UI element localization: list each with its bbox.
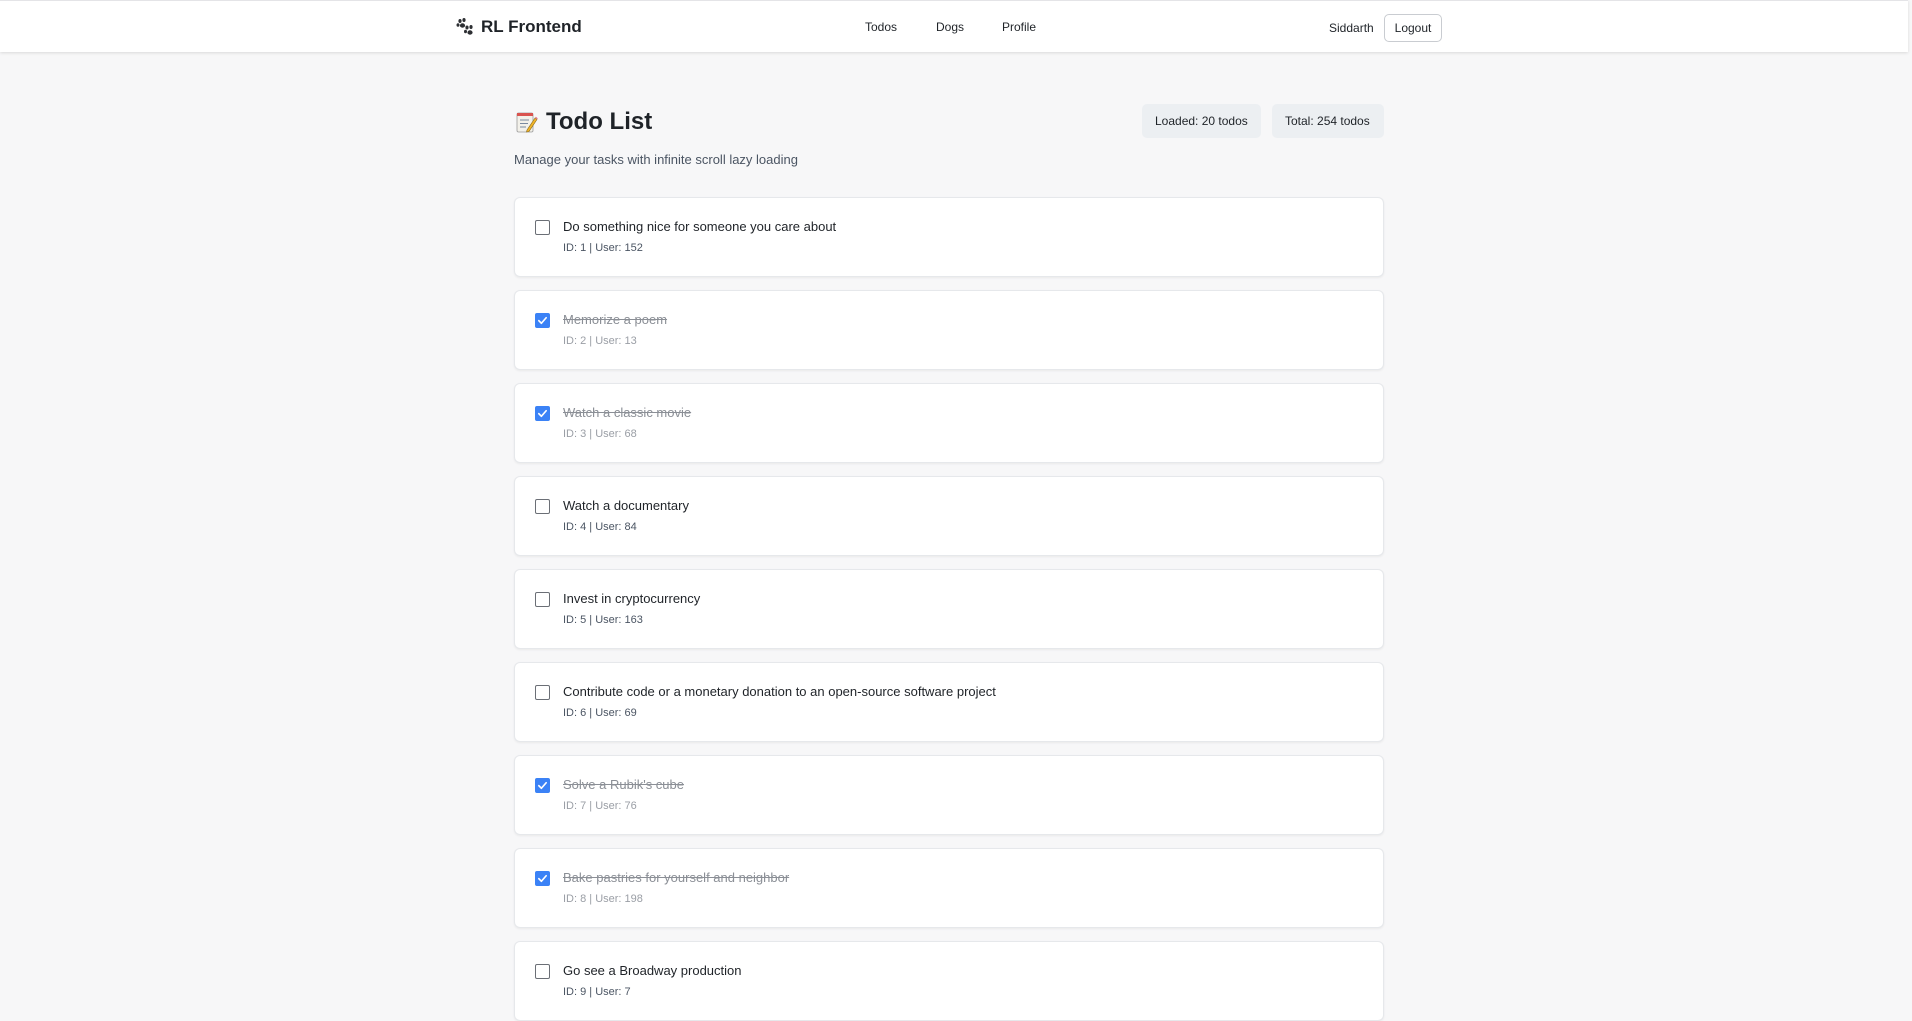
page-subtitle: Manage your tasks with infinite scroll l… (514, 152, 798, 167)
todo-checkbox[interactable] (535, 220, 550, 235)
todo-item[interactable]: Watch a classic movie ID: 3 | User: 68 (514, 383, 1384, 463)
todo-title: Bake pastries for yourself and neighbor (563, 870, 790, 885)
todo-item[interactable]: Bake pastries for yourself and neighbor … (514, 848, 1384, 928)
brand-title: RL Frontend (481, 17, 582, 36)
top-navbar: RL Frontend Todos Dogs Profile Siddarth … (0, 0, 1908, 52)
todo-title: Go see a Broadway production (563, 963, 742, 978)
todo-title: Watch a documentary (563, 498, 689, 513)
todo-item[interactable]: Invest in cryptocurrency ID: 5 | User: 1… (514, 569, 1384, 649)
todo-item[interactable]: Solve a Rubik's cube ID: 7 | User: 76 (514, 755, 1384, 835)
todo-checkbox[interactable] (535, 406, 550, 421)
todo-title: Watch a classic movie (563, 405, 692, 420)
todo-checkbox[interactable] (535, 778, 550, 793)
logout-button[interactable]: Logout (1384, 14, 1442, 42)
todo-meta: ID: 2 | User: 13 (563, 335, 637, 347)
todo-checkbox[interactable] (535, 685, 550, 700)
loaded-count-badge: Loaded: 20 todos (1142, 104, 1261, 138)
brand[interactable]: RL Frontend (455, 16, 582, 38)
nav-link-dogs[interactable]: Dogs (936, 20, 964, 34)
todo-item[interactable]: Watch a documentary ID: 4 | User: 84 (514, 476, 1384, 556)
todo-meta: ID: 5 | User: 163 (563, 614, 643, 626)
todo-meta: ID: 8 | User: 198 (563, 893, 643, 905)
user-name: Siddarth (1329, 21, 1374, 35)
todo-title: Invest in cryptocurrency (563, 591, 701, 606)
paw-prints-icon (455, 17, 475, 37)
todo-checkbox[interactable] (535, 871, 550, 886)
todo-meta: ID: 7 | User: 76 (563, 800, 637, 812)
todo-meta: ID: 1 | User: 152 (563, 242, 643, 254)
todo-checkbox[interactable] (535, 964, 550, 979)
todo-meta: ID: 9 | User: 7 (563, 986, 631, 998)
todo-meta: ID: 4 | User: 84 (563, 521, 637, 533)
todo-title: Contribute code or a monetary donation t… (563, 684, 996, 699)
todo-title: Memorize a poem (563, 312, 668, 327)
memo-icon (514, 110, 538, 134)
todo-item[interactable]: Memorize a poem ID: 2 | User: 13 (514, 290, 1384, 370)
todo-checkbox[interactable] (535, 499, 550, 514)
todo-meta: ID: 3 | User: 68 (563, 428, 637, 440)
total-count-badge: Total: 254 todos (1272, 104, 1384, 138)
nav-link-todos[interactable]: Todos (865, 20, 897, 34)
todo-item[interactable]: Go see a Broadway production ID: 9 | Use… (514, 941, 1384, 1021)
todo-title: Solve a Rubik's cube (563, 777, 684, 792)
todo-title: Do something nice for someone you care a… (563, 219, 837, 234)
todo-item[interactable]: Do something nice for someone you care a… (514, 197, 1384, 277)
todo-checkbox[interactable] (535, 313, 550, 328)
todo-checkbox[interactable] (535, 592, 550, 607)
page-title: Todo List (514, 108, 652, 136)
todo-item[interactable]: Contribute code or a monetary donation t… (514, 662, 1384, 742)
todo-meta: ID: 6 | User: 69 (563, 707, 637, 719)
nav-link-profile[interactable]: Profile (1002, 20, 1036, 34)
page-title-text: Todo List (546, 108, 653, 135)
